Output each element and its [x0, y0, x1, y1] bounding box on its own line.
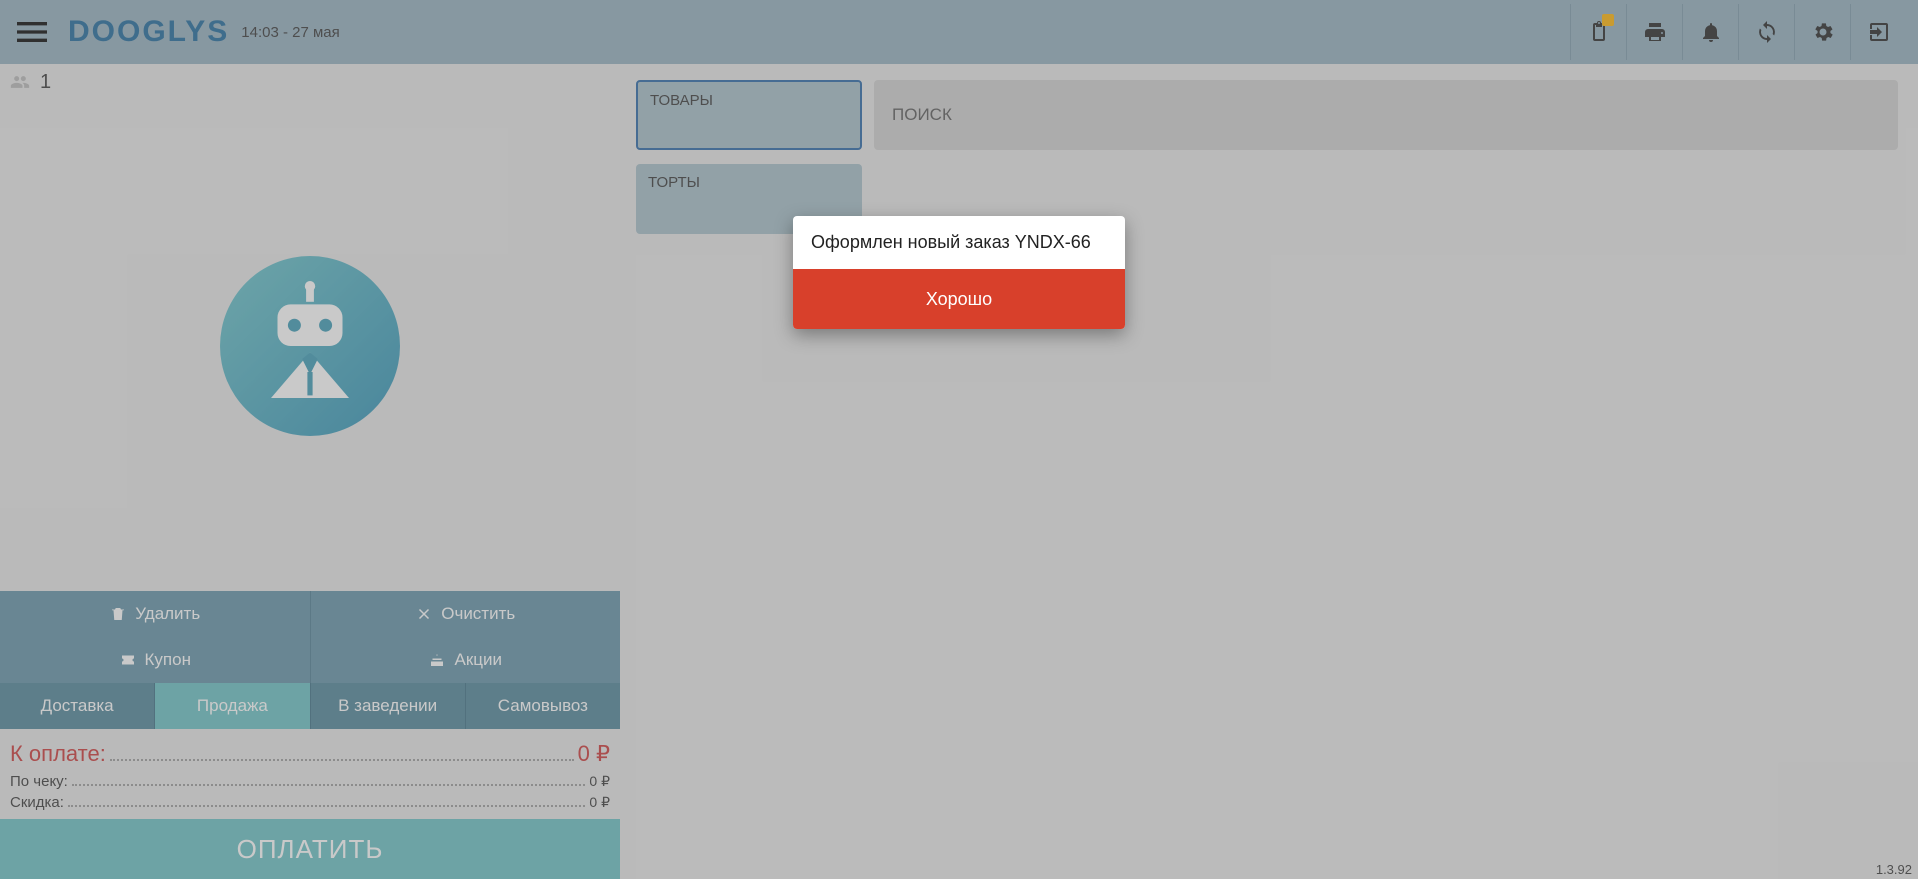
to-pay-value: 0 ₽	[578, 741, 610, 767]
clear-label: Очистить	[441, 604, 515, 624]
bell-icon	[1699, 20, 1723, 44]
mode-inplace[interactable]: В заведении	[311, 683, 466, 729]
receipt-label: По чеку:	[10, 773, 68, 790]
hamburger-icon	[12, 12, 52, 52]
mode-delivery[interactable]: Доставка	[0, 683, 155, 729]
totals-section: К оплате: 0 ₽ По чеку: 0 ₽ Скидка: 0 ₽	[0, 729, 620, 819]
coupon-button[interactable]: Купон	[0, 637, 311, 683]
printer-icon	[1643, 20, 1667, 44]
notifications-button[interactable]	[1682, 4, 1738, 60]
order-pane: 1 Удалить	[0, 64, 620, 879]
gear-icon	[1811, 20, 1835, 44]
sync-button[interactable]	[1738, 4, 1794, 60]
to-pay-label: К оплате:	[10, 741, 106, 767]
mode-row: Доставка Продажа В заведении Самовывоз	[0, 683, 620, 729]
pay-button[interactable]: ОПЛАТИТЬ	[0, 819, 620, 879]
ticket-icon	[119, 651, 137, 669]
orders-button[interactable]	[1570, 4, 1626, 60]
tab-products[interactable]: ТОВАРЫ	[636, 80, 862, 150]
delete-label: Удалить	[135, 604, 200, 624]
settings-button[interactable]	[1794, 4, 1850, 60]
cake-icon	[428, 651, 446, 669]
clear-button[interactable]: Очистить	[311, 591, 621, 637]
discount-value: 0 ₽	[589, 794, 610, 811]
cashier-avatar	[220, 256, 400, 436]
sync-icon	[1755, 20, 1779, 44]
app-logo: DOOGLYS	[68, 15, 229, 49]
clock-date: 14:03 - 27 мая	[241, 24, 340, 41]
delete-button[interactable]: Удалить	[0, 591, 311, 637]
guests-icon	[8, 72, 32, 92]
search-input[interactable]: ПОИСК	[874, 80, 1898, 150]
robot-icon	[245, 281, 375, 411]
guest-count: 1	[40, 71, 51, 94]
logout-button[interactable]	[1850, 4, 1906, 60]
exit-icon	[1867, 20, 1891, 44]
new-order-modal: Оформлен новый заказ YNDX-66 Хорошо	[793, 216, 1125, 329]
guest-row: 1	[0, 64, 620, 100]
receipt-value: 0 ₽	[589, 773, 610, 790]
modal-message: Оформлен новый заказ YNDX-66	[793, 216, 1125, 269]
promo-label: Акции	[454, 650, 502, 670]
mode-pickup[interactable]: Самовывоз	[466, 683, 620, 729]
promo-button[interactable]: Акции	[311, 637, 621, 683]
mode-sale[interactable]: Продажа	[155, 683, 310, 729]
action-grid: Удалить Очистить Купон Акции	[0, 591, 620, 683]
modal-ok-button[interactable]: Хорошо	[793, 269, 1125, 329]
trash-icon	[109, 605, 127, 623]
close-icon	[415, 605, 433, 623]
menu-button[interactable]	[12, 12, 52, 52]
orders-badge	[1602, 14, 1614, 26]
version-label: 1.3.92	[1876, 862, 1912, 877]
catalog-pane: ТОВАРЫ ПОИСК ТОРТЫ 1.3.92	[620, 64, 1918, 879]
app-header: DOOGLYS 14:03 - 27 мая	[0, 0, 1918, 64]
cashier-avatar-area	[0, 100, 620, 591]
print-button[interactable]	[1626, 4, 1682, 60]
discount-label: Скидка:	[10, 794, 64, 811]
coupon-label: Купон	[145, 650, 191, 670]
